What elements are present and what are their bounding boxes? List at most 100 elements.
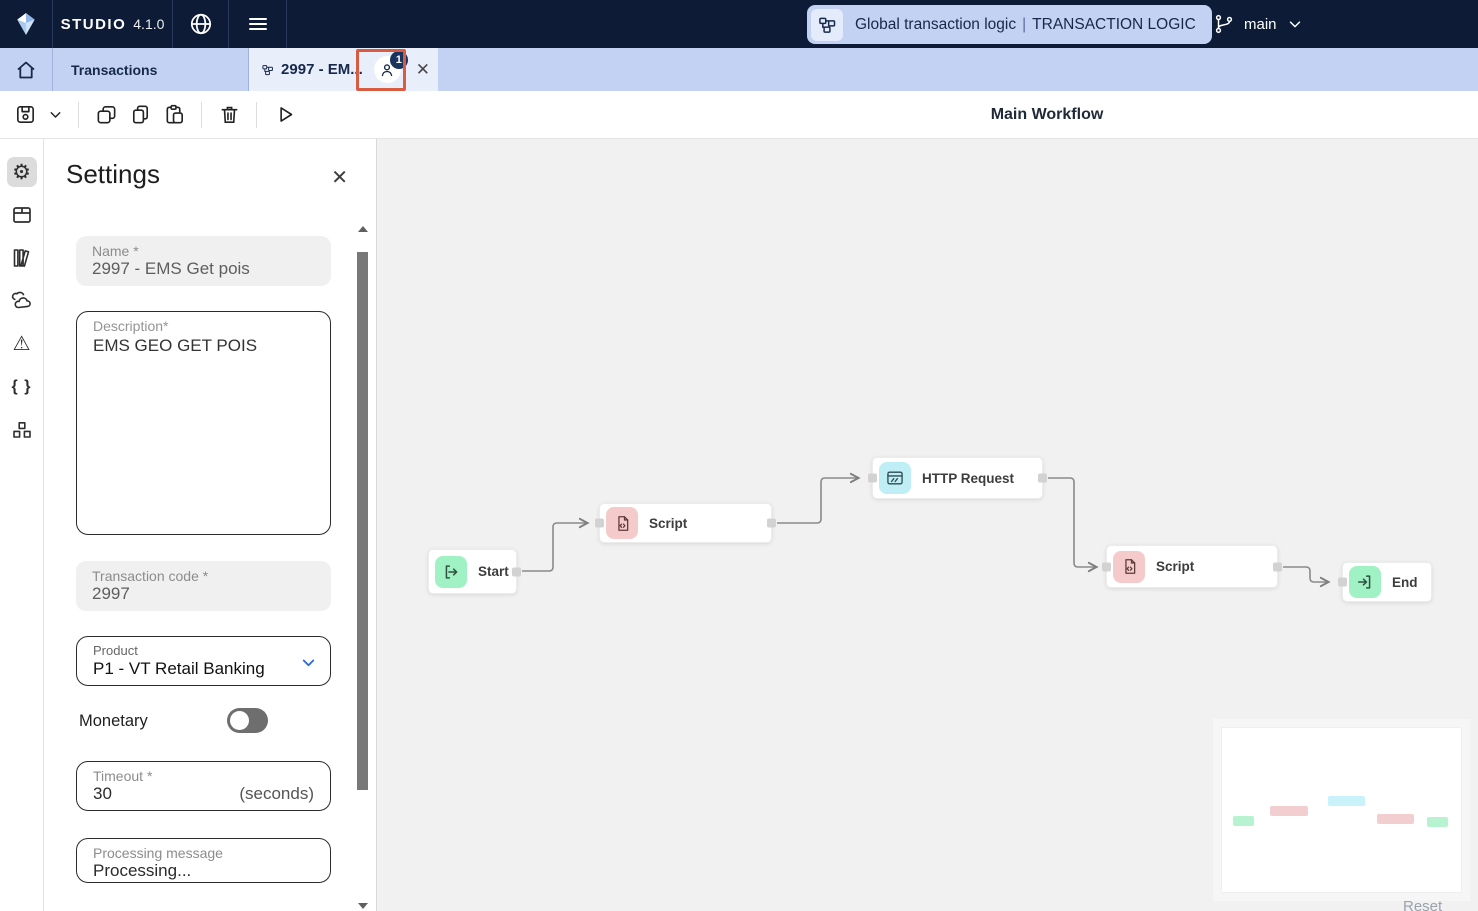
paste-icon [165, 104, 183, 124]
minimap[interactable] [1221, 727, 1462, 893]
node-label: End [1392, 574, 1418, 590]
tab-home[interactable] [0, 48, 53, 91]
node-label: HTTP Request [922, 470, 1015, 486]
connector-handle[interactable] [1273, 562, 1282, 571]
context-pill-label: Global transaction logic [855, 15, 1017, 33]
library-books-icon [13, 249, 29, 267]
http-request-icon [879, 462, 911, 494]
context-pill-separator: | [1022, 15, 1027, 33]
clouds-icon [11, 291, 31, 309]
copy-button[interactable] [123, 98, 157, 132]
app-header: STUDIO 4.1.0 Global transaction logic | TR… [0, 0, 1478, 48]
tab-transaction-2997[interactable]: 2997 - EM... 1 ✕ [249, 48, 438, 91]
rail-library-button[interactable] [7, 243, 37, 273]
globe-icon [190, 13, 211, 35]
panel-scrollbar[interactable] [356, 222, 370, 911]
node-http-request[interactable]: HTTP Request [868, 457, 1047, 499]
product-select[interactable]: Product P1 - VT Retail Banking [76, 636, 331, 686]
processing-message-field[interactable]: Processing message Processing... [76, 838, 331, 883]
workflow-toolbar: Main Workflow [0, 91, 1478, 139]
box-icon [12, 207, 31, 223]
run-button[interactable] [267, 98, 301, 132]
scroll-down-arrow-icon[interactable] [358, 903, 368, 909]
settings-close-icon[interactable]: ✕ [331, 165, 348, 190]
connector-handle[interactable] [868, 473, 877, 483]
monetary-label: Monetary [79, 711, 148, 730]
paste-button[interactable] [157, 98, 191, 132]
transaction-code-label: Transaction code * [92, 568, 209, 584]
chevron-down-icon [50, 112, 60, 118]
duplicate-button[interactable] [89, 98, 123, 132]
name-field: Name * 2997 - EMS Get pois [76, 236, 331, 286]
git-branch-icon [1215, 14, 1233, 34]
tab-close-icon[interactable]: ✕ [416, 60, 430, 80]
rail-settings-button[interactable]: ⚙ [6, 157, 37, 187]
delete-button[interactable] [212, 98, 246, 132]
connector-handle[interactable] [767, 518, 776, 528]
scroll-up-arrow-icon[interactable] [358, 226, 368, 232]
left-icon-rail: ⚙ ⚠ { } [0, 139, 44, 911]
monetary-toggle[interactable] [227, 708, 268, 733]
timeout-label: Timeout * [93, 768, 153, 784]
gem-logo-icon [17, 13, 35, 35]
description-field-value: EMS GEO GET POIS [93, 336, 258, 355]
collaborator-indicator[interactable]: 1 [373, 51, 408, 83]
description-field[interactable]: Description* EMS GEO GET POIS [76, 311, 331, 535]
timeout-field[interactable]: Timeout * 30 (seconds) [76, 761, 331, 811]
gear-icon: ⚙ [12, 160, 31, 184]
app-logo[interactable] [0, 0, 53, 48]
minimap-node-script-2 [1377, 814, 1414, 824]
minimap-node-start [1233, 816, 1254, 826]
minimap-node-script-1 [1270, 806, 1308, 816]
branch-name: main [1244, 15, 1277, 33]
app-name: STUDIO [60, 15, 127, 33]
product-value: P1 - VT Retail Banking [93, 659, 265, 678]
settings-panel: Settings ✕ Name * 2997 - EMS Get pois De… [44, 139, 377, 911]
copy-icon [132, 105, 148, 124]
script-icon [1113, 550, 1145, 583]
main-menu-button[interactable] [229, 0, 287, 48]
tab-transaction-2997-label: 2997 - EM... [281, 61, 363, 78]
toolbar-divider [201, 101, 202, 128]
duplicate-icon [97, 106, 115, 124]
save-button[interactable] [8, 98, 42, 132]
branch-selector[interactable]: main [1213, 0, 1304, 48]
processing-message-value: Processing... [93, 861, 192, 880]
context-pill-context: TRANSACTION LOGIC [1032, 15, 1196, 33]
connector-handle[interactable] [595, 518, 604, 528]
connector-handle[interactable] [1338, 577, 1347, 587]
workflow-title: Main Workflow [990, 106, 1104, 123]
node-label: Script [649, 515, 688, 531]
rail-cloud-button[interactable] [7, 286, 37, 316]
connector-handle[interactable] [1038, 473, 1047, 483]
language-button[interactable] [173, 0, 229, 48]
connector-handle[interactable] [1102, 562, 1111, 571]
description-field-label: Description* [93, 318, 169, 334]
trash-icon [220, 106, 238, 123]
app-version: 4.1.0 [133, 16, 165, 32]
name-field-label: Name * [92, 243, 139, 259]
transaction-code-value: 2997 [92, 584, 130, 603]
node-script-2[interactable]: Script [1102, 545, 1282, 588]
connector-handle[interactable] [512, 567, 521, 576]
workflow-canvas[interactable]: Start Script HTTP Request Script End Res… [377, 139, 1478, 911]
node-start[interactable]: Start [428, 549, 521, 594]
reset-flow-button[interactable]: Reset Flow [1403, 898, 1478, 911]
node-script-1[interactable]: Script [595, 503, 776, 543]
processing-message-label: Processing message [93, 845, 223, 861]
node-end[interactable]: End [1338, 562, 1432, 602]
rail-blocks-button[interactable] [7, 415, 37, 445]
tab-bar: Transactions 2997 - EM... 1 ✕ [0, 48, 1478, 91]
rail-code-button[interactable]: { } [7, 372, 37, 402]
script-icon [606, 507, 638, 539]
scrollbar-thumb[interactable] [357, 252, 368, 790]
rail-components-button[interactable] [7, 200, 37, 230]
tab-transactions[interactable]: Transactions [53, 48, 249, 91]
transaction-code-field: Transaction code * 2997 [76, 561, 331, 611]
hierarchy-icon [819, 17, 836, 33]
save-options-button[interactable] [42, 98, 68, 132]
rail-alerts-button[interactable]: ⚠ [7, 329, 37, 359]
context-pill[interactable]: Global transaction logic | TRANSACTION LOG… [807, 5, 1212, 44]
node-label: Script [1156, 559, 1195, 574]
chevron-down-icon [1289, 21, 1300, 28]
